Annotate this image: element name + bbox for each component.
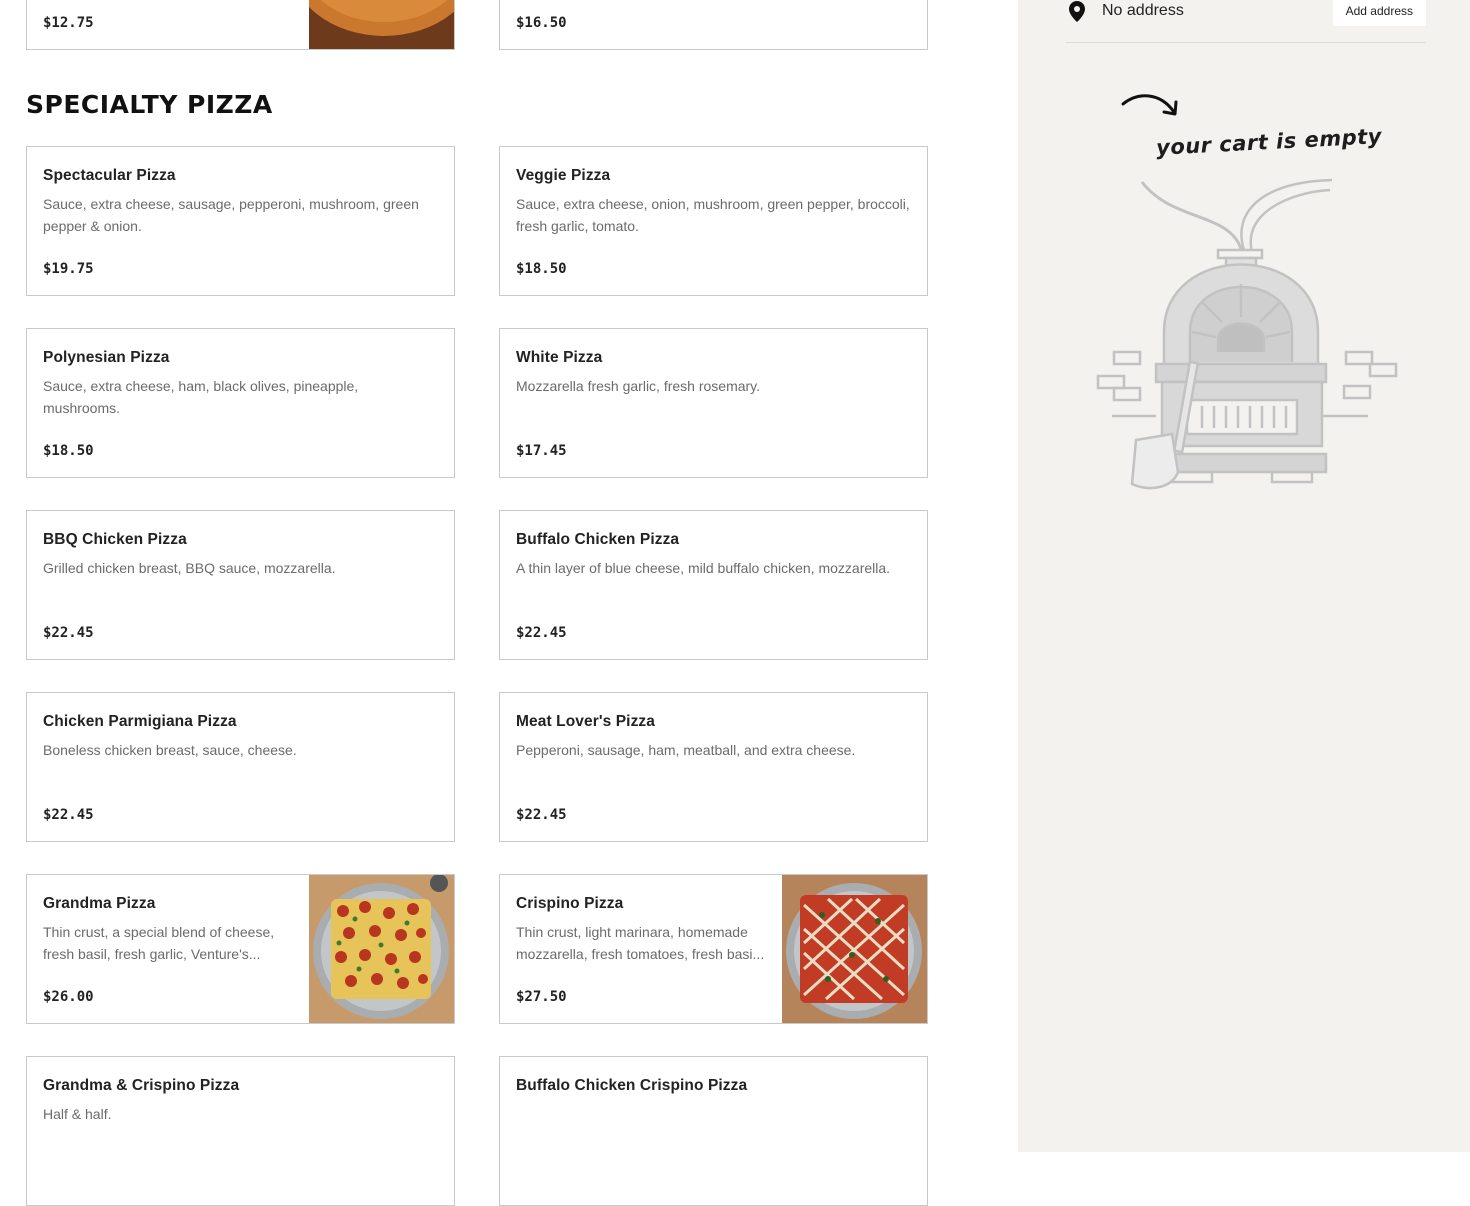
menu-item-card[interactable]: Grandma & Crispino Pizza Half & half.	[26, 1056, 455, 1206]
item-description: Boneless chicken breast, sauce, cheese.	[43, 742, 297, 758]
item-description: Thin crust, a special blend of cheese, f…	[43, 924, 275, 962]
item-name: Grandma Pizza	[43, 895, 156, 912]
item-description: Sauce, extra cheese, onion, mushroom, gr…	[516, 196, 910, 234]
item-name: BBQ Chicken Pizza	[43, 531, 187, 548]
delivery-address-row: No address Add address	[1066, 0, 1426, 43]
item-price: $22.45	[43, 625, 94, 641]
item-description: Half & half.	[43, 1106, 112, 1122]
grandma-pizza-photo	[309, 875, 454, 1023]
menu-item-card[interactable]: Buffalo Chicken Crispino Pizza	[499, 1056, 928, 1206]
item-name: Buffalo Chicken Pizza	[516, 531, 680, 548]
menu-item-card[interactable]: Grandma Pizza Thin crust, a special blen…	[26, 874, 455, 1024]
item-price: $27.50	[516, 989, 567, 1005]
menu-item-card[interactable]: Crispino Pizza Thin crust, light marinar…	[499, 874, 928, 1024]
item-price: $22.45	[516, 807, 567, 823]
menu-panel: $12.75 $16.50 SPECIALTY PIZZA Spectacula…	[0, 0, 1018, 1206]
menu-item-card[interactable]: Veggie Pizza Sauce, extra cheese, onion,…	[499, 146, 928, 296]
pizza-photo	[309, 0, 454, 49]
empty-cart-message: your cart is empty	[1155, 124, 1383, 160]
item-name: Spectacular Pizza	[43, 167, 176, 184]
menu-item-card[interactable]: Polynesian Pizza Sauce, extra cheese, ha…	[26, 328, 455, 478]
item-price: $17.45	[516, 443, 567, 459]
menu-item-card[interactable]: Buffalo Chicken Pizza A thin layer of bl…	[499, 510, 928, 660]
item-description: A thin layer of blue cheese, mild buffal…	[516, 560, 891, 576]
menu-item-card[interactable]: $16.50	[499, 0, 928, 50]
section-title: SPECIALTY PIZZA	[26, 90, 273, 119]
item-description: Thin crust, light marinara, homemade moz…	[516, 924, 765, 962]
item-price: $22.45	[43, 807, 94, 823]
crispino-pizza-photo	[782, 875, 927, 1023]
item-description: Grilled chicken breast, BBQ sauce, mozza…	[43, 560, 336, 576]
item-name: White Pizza	[516, 349, 603, 366]
item-price: $19.75	[43, 261, 94, 277]
address-value: No address	[1102, 2, 1184, 19]
menu-item-card[interactable]: White Pizza Mozzarella fresh garlic, fre…	[499, 328, 928, 478]
item-name: Chicken Parmigiana Pizza	[43, 713, 237, 730]
item-description: Pepperoni, sausage, ham, meatball, and e…	[516, 742, 856, 758]
item-name: Veggie Pizza	[516, 167, 611, 184]
item-description: Sauce, extra cheese, ham, black olives, …	[43, 378, 359, 416]
item-description: Sauce, extra cheese, sausage, pepperoni,…	[43, 196, 419, 234]
item-description: Mozzarella fresh garlic, fresh rosemary.	[516, 378, 761, 394]
menu-item-card[interactable]: Spectacular Pizza Sauce, extra cheese, s…	[26, 146, 455, 296]
item-name: Crispino Pizza	[516, 895, 624, 912]
menu-item-card[interactable]: $12.75	[26, 0, 455, 50]
item-price: $22.45	[516, 625, 567, 641]
cart-sidebar: No address Add address your cart is empt…	[1018, 0, 1470, 1152]
item-price: $26.00	[43, 989, 94, 1005]
item-name: Grandma & Crispino Pizza	[43, 1077, 240, 1094]
item-price: $12.75	[43, 15, 94, 31]
item-name: Polynesian Pizza	[43, 349, 170, 366]
location-pin-icon	[1066, 0, 1088, 24]
pizza-oven-illustration	[1092, 172, 1402, 502]
curved-arrow-icon	[1118, 90, 1184, 124]
add-address-button[interactable]: Add address	[1332, 0, 1426, 26]
item-name: Buffalo Chicken Crispino Pizza	[516, 1077, 748, 1094]
menu-item-card[interactable]: BBQ Chicken Pizza Grilled chicken breast…	[26, 510, 455, 660]
item-name: Meat Lover's Pizza	[516, 713, 656, 730]
item-price: $16.50	[516, 15, 567, 31]
item-price: $18.50	[43, 443, 94, 459]
menu-item-card[interactable]: Chicken Parmigiana Pizza Boneless chicke…	[26, 692, 455, 842]
menu-item-card[interactable]: Meat Lover's Pizza Pepperoni, sausage, h…	[499, 692, 928, 842]
item-price: $18.50	[516, 261, 567, 277]
